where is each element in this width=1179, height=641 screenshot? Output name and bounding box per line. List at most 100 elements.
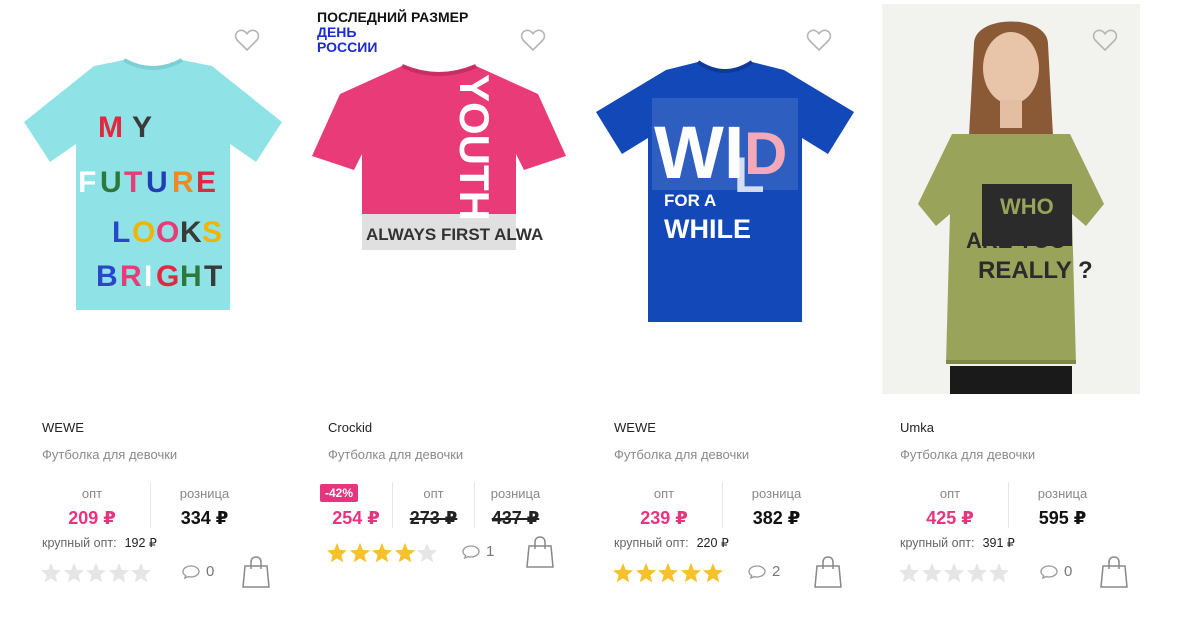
star-icon[interactable] xyxy=(898,562,920,583)
star-icon[interactable] xyxy=(612,562,634,583)
star-icon[interactable] xyxy=(416,542,438,563)
comments-count: 1 xyxy=(486,543,495,560)
bulk-price-line: крупный опт: 391 ₽ xyxy=(900,535,1015,550)
price-block: -42% 254 ₽ опт 273 ₽ розница 437 ₽ xyxy=(320,482,556,528)
opt-price: 254 ₽ xyxy=(332,508,380,528)
star-icon[interactable] xyxy=(371,542,393,563)
product-image[interactable]: WHO ARE YOU REALLY ? xyxy=(882,4,1140,394)
product-brand[interactable]: WEWE xyxy=(614,420,656,435)
svg-text:M: M xyxy=(98,111,123,144)
opt-label: опт xyxy=(81,486,103,501)
model-photo: WHO ARE YOU REALLY ? xyxy=(882,4,1140,394)
star-icon[interactable] xyxy=(63,562,85,583)
svg-text:T: T xyxy=(124,166,142,199)
star-icon[interactable] xyxy=(394,542,416,563)
shopping-bag-icon[interactable] xyxy=(814,556,842,588)
product-brand[interactable]: WEWE xyxy=(42,420,84,435)
star-icon[interactable] xyxy=(702,562,724,583)
bulk-label: крупный опт: xyxy=(42,536,117,550)
holiday-badge[interactable]: ДЕНЬ РОССИИ xyxy=(317,25,397,55)
comments-link[interactable]: 0 xyxy=(1040,563,1072,580)
shopping-bag-icon[interactable] xyxy=(526,536,554,568)
svg-text:WHILE: WHILE xyxy=(664,214,751,244)
comment-icon xyxy=(1040,564,1058,579)
star-icon[interactable] xyxy=(966,562,988,583)
product-image[interactable]: ALWAYS FIRST ALWA YOUTH xyxy=(310,4,568,394)
star-icon[interactable] xyxy=(943,562,965,583)
rating-stars[interactable] xyxy=(612,562,725,583)
bulk-label: крупный опт: xyxy=(614,536,689,550)
retail-price-col: розница 382 ₽ xyxy=(722,482,830,528)
svg-text:L: L xyxy=(734,147,765,203)
discount-col: -42% 254 ₽ xyxy=(320,482,392,528)
product-badges: ПОСЛЕДНИЙ РАЗМЕР ДЕНЬ РОССИИ xyxy=(317,10,468,55)
svg-text:F: F xyxy=(78,166,96,199)
tshirt-image: WI D L FOR A WHILE xyxy=(596,60,854,322)
opt-label: опт xyxy=(653,486,675,501)
star-icon[interactable] xyxy=(635,562,657,583)
svg-text:B: B xyxy=(96,260,118,293)
comments-count: 0 xyxy=(206,563,215,580)
comments-link[interactable]: 1 xyxy=(462,543,494,560)
retail-price-col: розница 595 ₽ xyxy=(1008,482,1116,528)
tshirt-image: ALWAYS FIRST ALWA YOUTH xyxy=(312,64,566,250)
retail-price-old: 437 ₽ xyxy=(491,508,540,528)
product-card[interactable]: WHO ARE YOU REALLY ? Umka Футболка для д… xyxy=(858,0,1143,641)
star-icon[interactable] xyxy=(108,562,130,583)
svg-text:WI: WI xyxy=(654,111,744,194)
bulk-price: 192 ₽ xyxy=(124,536,157,550)
svg-text:H: H xyxy=(180,260,202,293)
rating-stars[interactable] xyxy=(40,562,153,583)
shopping-bag-icon[interactable] xyxy=(242,556,270,588)
product-image[interactable]: WI D L FOR A WHILE xyxy=(596,4,854,394)
product-name[interactable]: Футболка для девочки xyxy=(42,447,177,462)
product-card[interactable]: ALWAYS FIRST ALWA YOUTH ПОСЛЕДНИЙ РАЗМЕР… xyxy=(286,0,571,641)
heart-icon[interactable] xyxy=(806,28,832,52)
svg-text:REALLY ?: REALLY ? xyxy=(978,257,1093,284)
opt-label: опт xyxy=(939,486,961,501)
svg-text:Y: Y xyxy=(132,111,152,144)
retail-label: розница xyxy=(1037,486,1088,501)
product-brand[interactable]: Crockid xyxy=(328,420,372,435)
svg-text:T: T xyxy=(204,260,222,293)
price-block: опт 425 ₽ розница 595 ₽ xyxy=(892,482,1116,528)
comment-icon xyxy=(748,564,766,579)
rating-stars[interactable] xyxy=(326,542,439,563)
svg-text:S: S xyxy=(202,216,222,249)
star-icon[interactable] xyxy=(85,562,107,583)
rating-stars[interactable] xyxy=(898,562,1011,583)
heart-icon[interactable] xyxy=(234,28,260,52)
retail-label: розница xyxy=(751,486,802,501)
heart-icon[interactable] xyxy=(520,28,546,52)
product-image[interactable]: M Y F U T U R E L O O K S B R I G H T xyxy=(24,4,282,394)
opt-price: 209 ₽ xyxy=(68,508,116,528)
svg-text:R: R xyxy=(120,260,142,293)
star-icon[interactable] xyxy=(921,562,943,583)
shopping-bag-icon[interactable] xyxy=(1100,556,1128,588)
star-icon[interactable] xyxy=(40,562,62,583)
svg-text:U: U xyxy=(146,166,168,199)
retail-price-col: розница 437 ₽ xyxy=(474,482,556,528)
star-icon[interactable] xyxy=(349,542,371,563)
product-name[interactable]: Футболка для девочки xyxy=(614,447,749,462)
comments-link[interactable]: 0 xyxy=(182,563,214,580)
heart-icon[interactable] xyxy=(1092,28,1118,52)
svg-text:E: E xyxy=(196,166,216,199)
product-card[interactable]: M Y F U T U R E L O O K S B R I G H T WE… xyxy=(0,0,285,641)
retail-label: розница xyxy=(490,486,541,501)
star-icon[interactable] xyxy=(326,542,348,563)
last-size-badge: ПОСЛЕДНИЙ РАЗМЕР xyxy=(317,9,469,25)
star-icon[interactable] xyxy=(680,562,702,583)
product-brand[interactable]: Umka xyxy=(900,420,934,435)
card-footer: 2 xyxy=(612,556,848,590)
comments-link[interactable]: 2 xyxy=(748,563,780,580)
product-name[interactable]: Футболка для девочки xyxy=(900,447,1035,462)
star-icon[interactable] xyxy=(657,562,679,583)
star-icon[interactable] xyxy=(130,562,152,583)
product-card[interactable]: WI D L FOR A WHILE WEWE Футболка для дев… xyxy=(572,0,857,641)
svg-text:O: O xyxy=(132,216,155,249)
comments-count: 2 xyxy=(772,563,781,580)
svg-text:G: G xyxy=(156,260,179,293)
product-name[interactable]: Футболка для девочки xyxy=(328,447,463,462)
star-icon[interactable] xyxy=(988,562,1010,583)
